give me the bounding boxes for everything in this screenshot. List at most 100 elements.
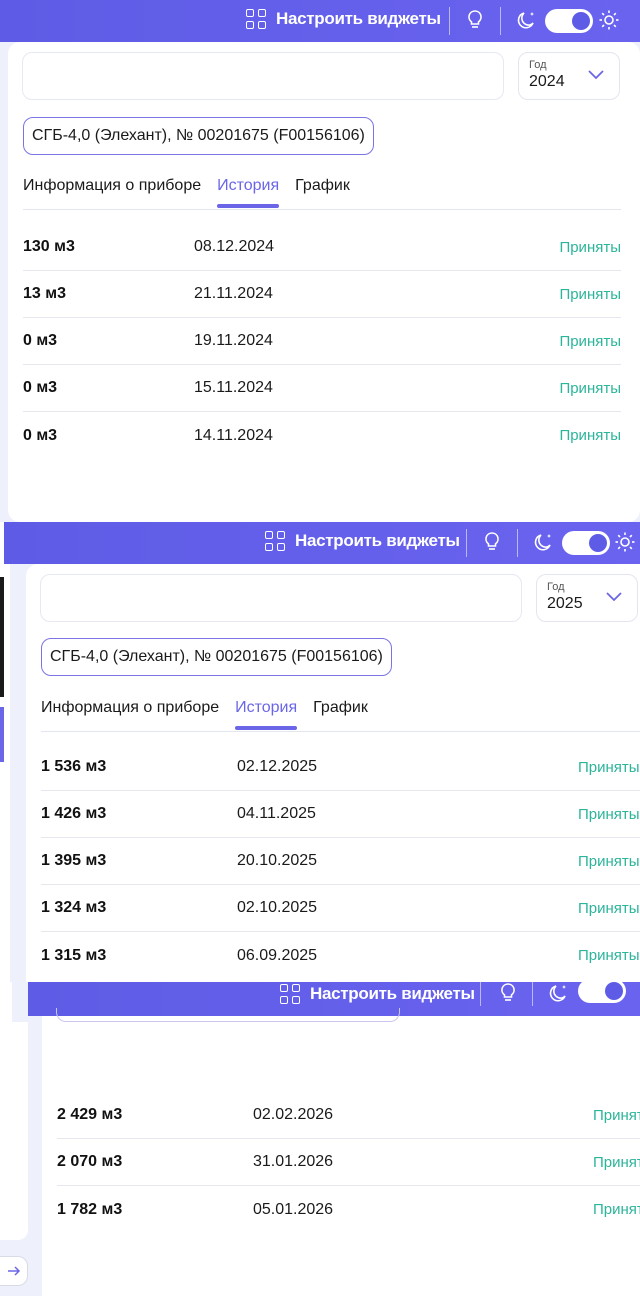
device-chip[interactable]: СГБ-4,0 (Элехант), № 00201675 (F00156106…	[23, 117, 374, 155]
reading-value: 1 426 м3	[41, 805, 107, 822]
left-edge-strip	[0, 707, 4, 762]
status-badge: Приняты	[559, 427, 621, 444]
meter-card: Год 2024 СГБ-4,0 (Элехант), № 00201675 (…	[8, 42, 640, 522]
reading-date: 14.11.2024	[194, 426, 273, 444]
configure-widgets-button[interactable]: Настроить виджеты	[280, 984, 475, 1004]
reading-value: 1 315 м3	[41, 946, 107, 964]
divider	[449, 7, 450, 35]
sun-icon	[614, 531, 636, 553]
status-badge: Приняты	[593, 1106, 640, 1124]
reading-date: 08.12.2024	[194, 238, 275, 255]
search-input[interactable]	[40, 574, 522, 622]
divider	[480, 982, 481, 1006]
meter-card: 2 429 м3 02.02.2026 Приняты 2 070 м3 31.…	[42, 1008, 640, 1296]
table-row: 1 315 м3 06.09.2025 Приняты	[41, 932, 640, 979]
status-badge: Приняты	[578, 947, 640, 964]
reading-date: 21.11.2024	[194, 285, 273, 302]
configure-widgets-label: Настроить виджеты	[276, 9, 441, 28]
year-select[interactable]: Год 2025	[536, 574, 638, 622]
status-badge: Приняты	[593, 1153, 640, 1171]
table-row: 1 782 м3 05.01.2026 Приняты	[57, 1186, 640, 1233]
screenshot-2024: Настроить виджеты Год 2024 СГБ-4,0 (Элех…	[0, 0, 640, 522]
year-label: Год	[547, 581, 565, 593]
reading-date: 02.10.2025	[237, 899, 318, 916]
reading-value: 2 070 м3	[57, 1153, 123, 1170]
reading-value: 130 м3	[23, 238, 75, 255]
configure-widgets-label: Настроить виджеты	[295, 531, 460, 550]
status-badge: Приняты	[559, 379, 621, 397]
theme-toggle[interactable]	[545, 9, 593, 33]
moon-icon	[533, 531, 555, 553]
reading-date: 19.11.2024	[194, 332, 273, 349]
status-badge: Приняты	[578, 899, 640, 917]
lightbulb-icon[interactable]	[464, 9, 486, 31]
reading-date: 02.12.2025	[237, 758, 318, 775]
table-row: 1 426 м3 04.11.2025 Приняты	[41, 791, 640, 838]
left-edge	[0, 982, 12, 1022]
reading-value: 0 м3	[23, 379, 58, 396]
lightbulb-icon[interactable]	[481, 531, 503, 553]
search-input[interactable]	[22, 52, 504, 100]
chevron-down-icon	[606, 592, 622, 602]
tab-history[interactable]: История	[235, 696, 298, 730]
year-select[interactable]: Год 2024	[518, 52, 620, 100]
tab-chart[interactable]: График	[295, 174, 350, 195]
table-row: 1 395 м3 20.10.2025 Приняты	[41, 838, 640, 885]
moon-icon	[516, 9, 538, 31]
table-row: 1 536 м3 02.12.2025 Приняты	[41, 744, 640, 791]
chevron-down-icon	[588, 70, 604, 80]
reading-date: 04.11.2025	[237, 805, 316, 822]
table-row: 1 324 м3 02.10.2025 Приняты	[41, 885, 640, 932]
moon-icon	[548, 982, 570, 1004]
tab-device-info[interactable]: Информация о приборе	[41, 696, 219, 717]
lightbulb-icon[interactable]	[497, 982, 519, 1004]
reading-value: 1 324 м3	[41, 899, 107, 916]
screenshot-2026: Настроить виджеты 2 429 м3 02.02.2026 Пр…	[0, 982, 640, 1296]
status-badge: Приняты	[578, 805, 640, 823]
card-gutter	[28, 982, 42, 1296]
configure-widgets-button[interactable]: Настроить виджеты	[265, 531, 460, 551]
tab-bar: Информация о приборе История График	[41, 696, 640, 732]
theme-toggle[interactable]	[578, 982, 626, 1003]
toggle-knob	[589, 534, 607, 552]
reading-date: 05.01.2026	[253, 1200, 334, 1218]
tab-history[interactable]: История	[217, 174, 280, 208]
device-chip[interactable]	[56, 1008, 400, 1022]
theme-toggle[interactable]	[562, 531, 610, 555]
table-row: 2 070 м3 31.01.2026 Приняты	[57, 1139, 640, 1186]
tab-bar: Информация о приборе История График	[23, 174, 621, 210]
toggle-knob	[572, 12, 590, 30]
reading-value: 0 м3	[23, 426, 58, 444]
configure-widgets-button[interactable]: Настроить виджеты	[246, 9, 441, 29]
reading-value: 1 395 м3	[41, 852, 107, 869]
divider	[532, 982, 533, 1006]
status-badge: Приняты	[578, 852, 640, 870]
tab-device-info[interactable]: Информация о приборе	[23, 174, 201, 195]
reading-value: 2 429 м3	[57, 1106, 123, 1123]
status-badge: Приняты	[578, 758, 640, 776]
arrow-right-icon	[7, 1266, 20, 1276]
configure-widgets-label: Настроить виджеты	[310, 984, 475, 1003]
divider	[466, 529, 467, 557]
status-badge: Приняты	[593, 1201, 640, 1218]
screenshot-2025: Настроить виджеты Год 2025 СГБ-4,0 (Элех…	[0, 522, 640, 982]
table-row: 130 м3 08.12.2024 Приняты	[23, 224, 621, 271]
divider	[500, 7, 501, 35]
top-bar: Настроить виджеты	[4, 522, 640, 564]
table-row: 13 м3 21.11.2024 Приняты	[23, 271, 621, 318]
reading-date: 20.10.2025	[237, 852, 318, 869]
table-row: 0 м3 15.11.2024 Приняты	[23, 365, 621, 412]
top-bar: Настроить виджеты	[0, 0, 640, 42]
reading-value: 0 м3	[23, 332, 58, 349]
divider	[517, 529, 518, 557]
status-badge: Приняты	[559, 238, 621, 256]
expand-button[interactable]	[0, 1256, 28, 1286]
device-chip[interactable]: СГБ-4,0 (Элехант), № 00201675 (F00156106…	[41, 638, 392, 676]
reading-date: 31.01.2026	[253, 1153, 334, 1170]
status-badge: Приняты	[559, 332, 621, 350]
status-badge: Приняты	[559, 285, 621, 303]
tab-chart[interactable]: График	[313, 696, 368, 717]
table-row: 0 м3 14.11.2024 Приняты	[23, 412, 621, 459]
reading-value: 1 782 м3	[57, 1200, 123, 1218]
table-row: 0 м3 19.11.2024 Приняты	[23, 318, 621, 365]
